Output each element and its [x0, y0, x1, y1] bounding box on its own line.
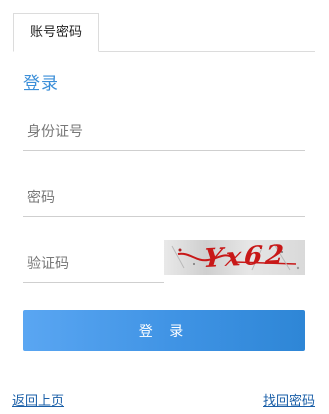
back-link[interactable]: 返回上页: [12, 390, 64, 409]
captcha-image[interactable]: Yx62: [164, 240, 305, 275]
login-page: 账号密码 登录 Yx62 登 录 返回上页 找回密码: [0, 0, 329, 414]
password-input[interactable]: [23, 179, 305, 217]
recover-password-link[interactable]: 找回密码: [263, 390, 315, 409]
verification-code-input[interactable]: [23, 245, 164, 283]
id-number-input[interactable]: [23, 113, 305, 151]
captcha-text: Yx62: [202, 240, 288, 275]
tab-account-password[interactable]: 账号密码: [13, 13, 99, 52]
login-button[interactable]: 登 录: [23, 310, 305, 351]
login-heading: 登录: [23, 74, 59, 94]
